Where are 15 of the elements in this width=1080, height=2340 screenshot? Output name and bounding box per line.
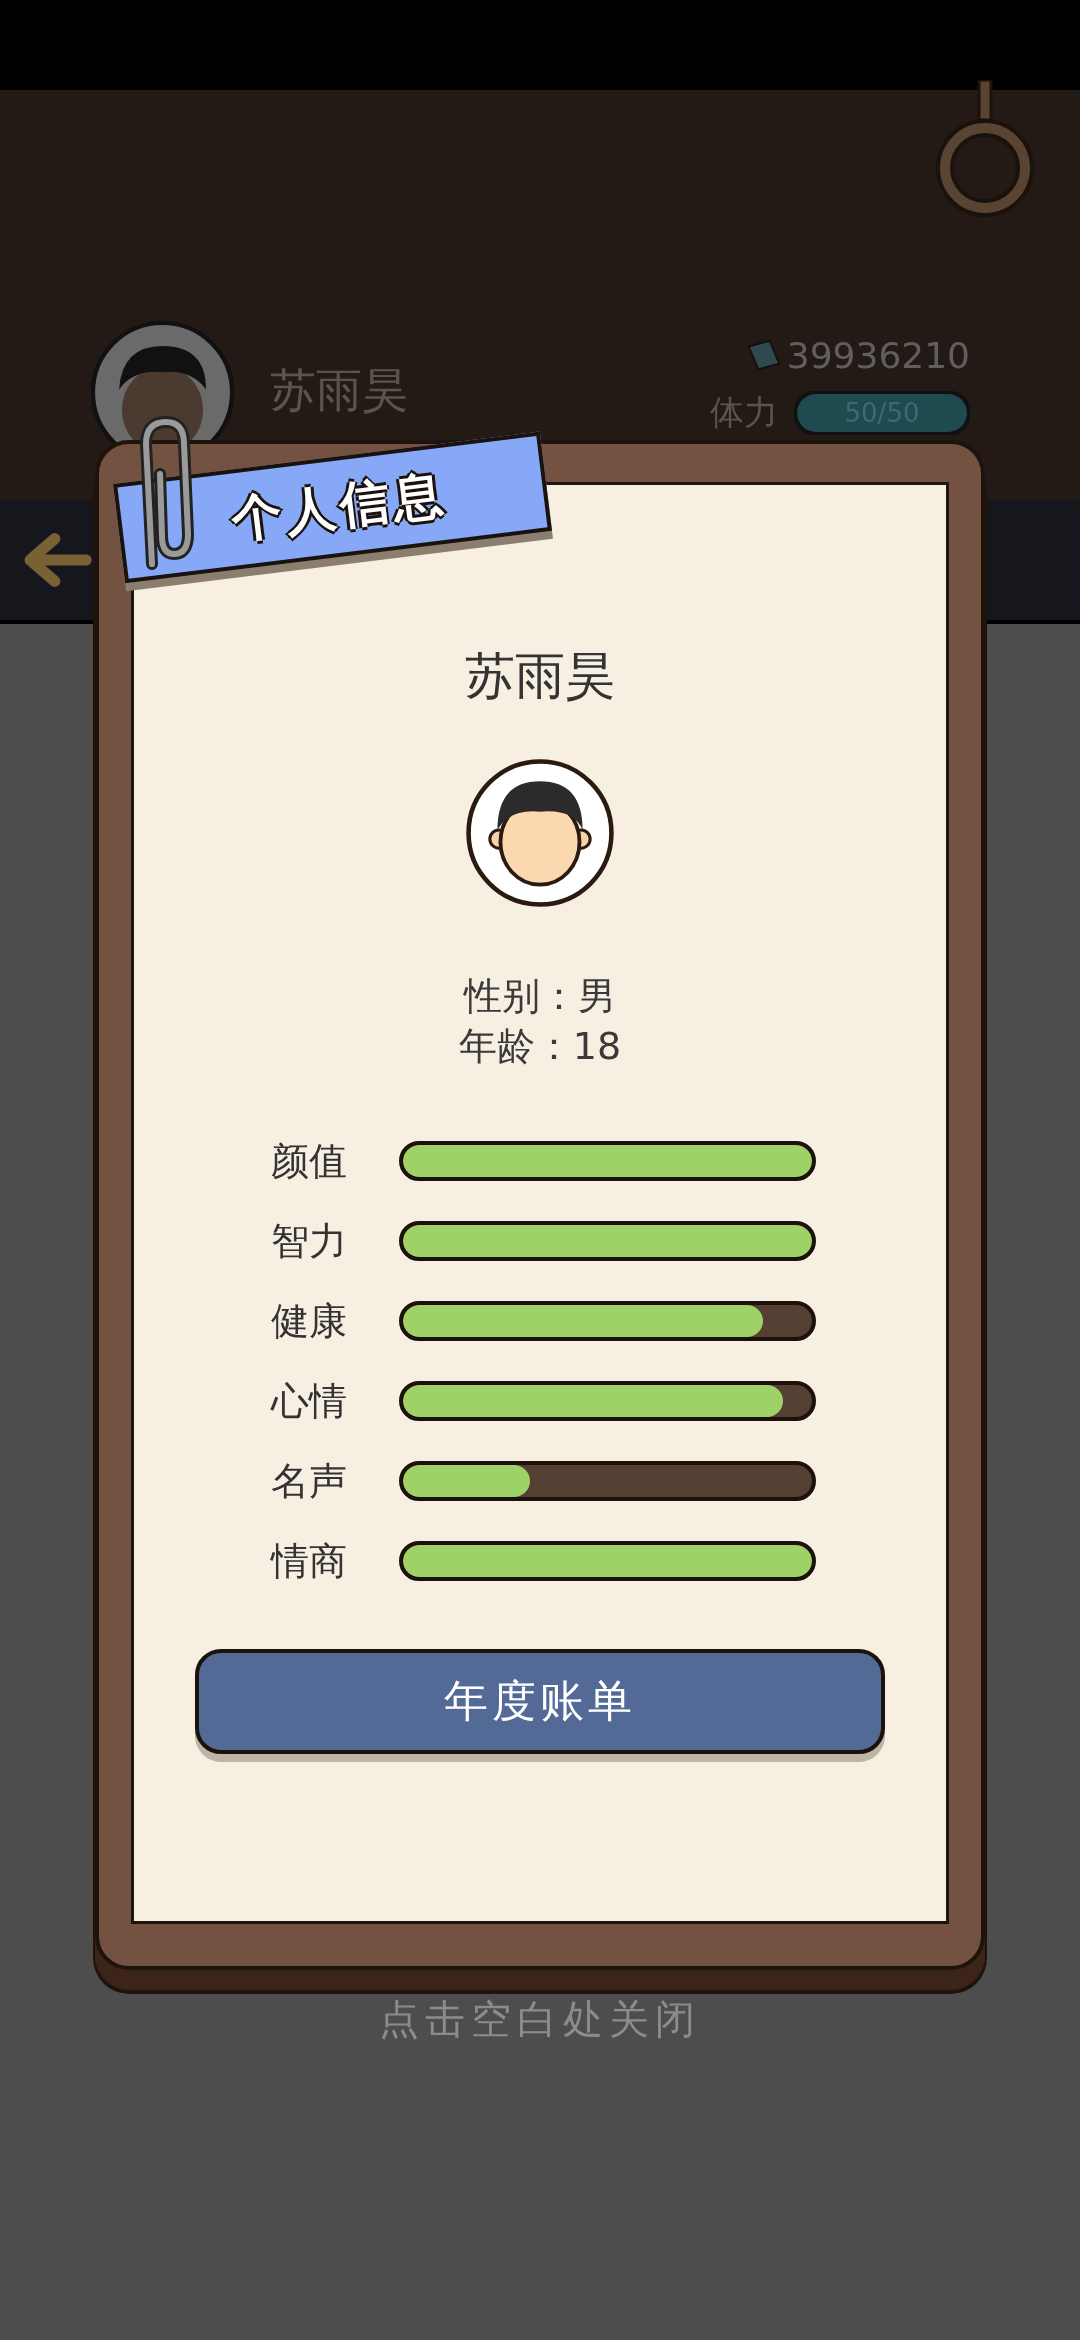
stamina-label: 体力 [710,391,778,434]
dialog-title: 个人信息 [228,463,451,550]
back-arrow-icon[interactable] [22,532,92,588]
stat-label: 健康 [271,1297,348,1345]
character-name: 苏雨昊 [465,646,615,707]
player-name: 苏雨昊 [270,362,408,419]
money-amount: 39936210 [786,335,970,376]
age-text: 年龄：18 [458,1023,622,1070]
gender-text: 性别：男 [464,973,616,1020]
stat-label: 智力 [271,1217,348,1265]
avatar-icon [464,757,616,909]
stat-label: 名声 [271,1457,348,1505]
stat-label: 情商 [271,1537,348,1585]
stat-label: 心情 [271,1377,348,1425]
stat-label: 颜值 [271,1137,348,1185]
